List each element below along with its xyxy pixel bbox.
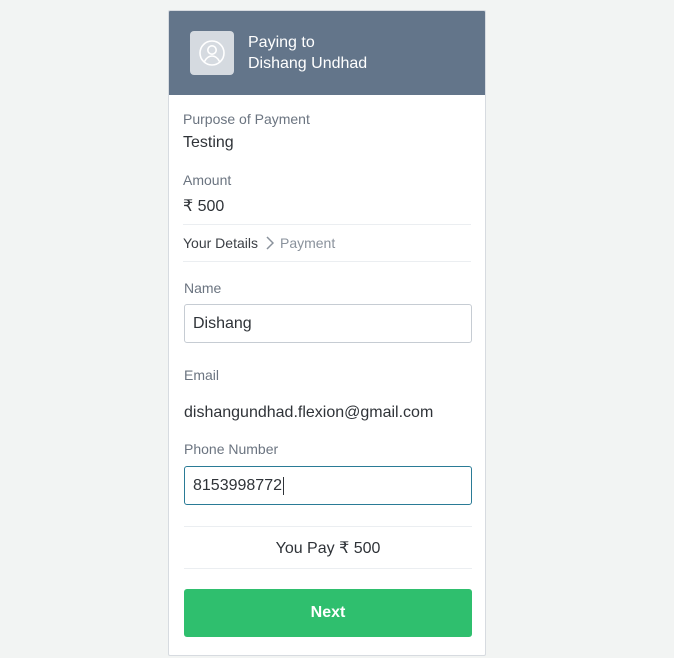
amount-value: ₹ 500 (183, 198, 225, 215)
next-button[interactable]: Next (184, 589, 472, 637)
step-breadcrumb: Your Details Payment (183, 224, 471, 262)
purpose-value: Testing (183, 134, 234, 151)
chevron-right-icon (266, 236, 274, 250)
payment-card: Paying to Dishang Undhad Purpose of Paym… (168, 10, 486, 656)
amount-label: Amount (183, 172, 232, 188)
email-value: dishangundhad.flexion@gmail.com (184, 404, 434, 421)
pay-summary: You Pay ₹ 500 (184, 526, 472, 569)
step-your-details: Your Details (183, 235, 258, 251)
paying-to-label: Paying to (248, 34, 315, 51)
name-input[interactable]: Dishang (184, 304, 472, 343)
text-caret (282, 476, 284, 495)
name-label: Name (184, 280, 222, 296)
step-payment: Payment (279, 235, 336, 251)
user-circle-icon (190, 31, 234, 75)
email-label: Email (184, 367, 220, 383)
purpose-label: Purpose of Payment (183, 111, 310, 127)
payment-header: Paying to Dishang Undhad (169, 11, 485, 95)
payee-name: Dishang Undhad (248, 55, 368, 72)
phone-input-value: 8153998772 (193, 476, 282, 494)
phone-label: Phone Number (184, 441, 279, 457)
name-input-value: Dishang (193, 314, 252, 332)
payee-info: Paying to Dishang Undhad (248, 32, 367, 74)
phone-input[interactable]: 8153998772 (184, 466, 472, 505)
